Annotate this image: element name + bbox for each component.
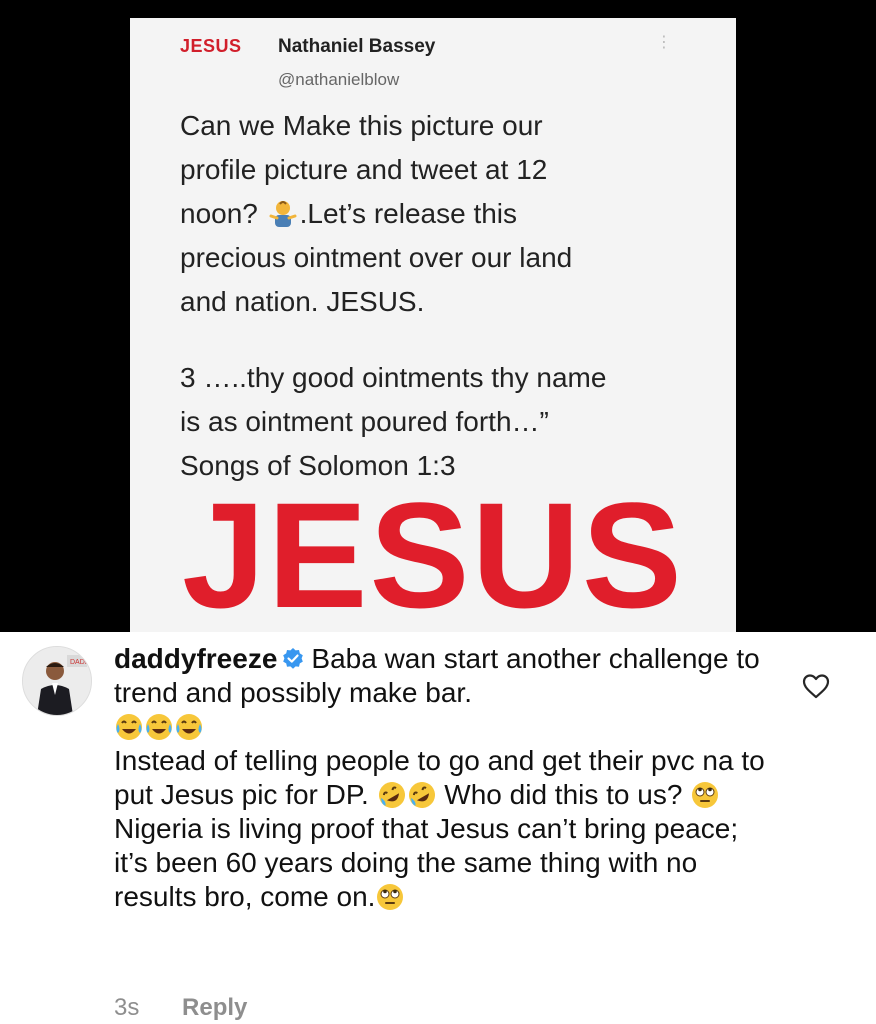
person-shrugging-emoji (269, 201, 297, 227)
heart-outline-icon[interactable] (800, 670, 832, 702)
tweet-line: precious ointment over our land (180, 242, 573, 273)
avatar[interactable]: DADD (22, 646, 92, 716)
tweet-author-name: Nathaniel Bassey (278, 36, 436, 57)
reply-button[interactable]: Reply (182, 994, 247, 1021)
rolling-on-floor-laughing-emoji (408, 782, 435, 808)
tweet-line: and nation. JESUS. (180, 286, 425, 317)
tweet-screenshot: JESUS Nathaniel Bassey @nathanielblow ⋮ … (130, 18, 736, 632)
comment-part: Nigeria is living proof that Jesus can’t… (114, 813, 739, 912)
tweet-avatar: JESUS (180, 36, 242, 56)
eye-roll-emoji (377, 884, 404, 910)
tweet-line-fragment: .Let’s release this (299, 198, 518, 229)
post-image: JESUS Nathaniel Bassey @nathanielblow ⋮ … (0, 0, 876, 632)
tweet-quote-line: is as ointment poured forth…” (180, 406, 549, 437)
emoji-group (114, 711, 204, 742)
svg-text:DADD: DADD (70, 659, 90, 666)
verified-badge-icon (283, 648, 304, 669)
comment: DADD daddyfreeze Baba wan start another … (0, 632, 876, 1024)
tweet-line: noon? .Let’s release this (180, 192, 700, 236)
rolling-on-floor-laughing-emoji (378, 782, 405, 808)
tweet-line-fragment: noon? (180, 198, 266, 229)
more-options-icon: ⋮ (656, 34, 672, 51)
eye-roll-emoji (692, 782, 719, 808)
tears-of-joy-emoji (176, 714, 202, 740)
tweet-author-handle: @nathanielblow (278, 70, 400, 89)
tears-of-joy-emoji (116, 714, 142, 740)
tweet-line: Can we Make this picture our (180, 110, 543, 141)
comment-timestamp: 3s (114, 994, 140, 1021)
big-jesus-text: JESUS (182, 471, 684, 632)
comment-part: Who did this to us? (444, 779, 683, 810)
tweet-line: profile picture and tweet at 12 (180, 154, 548, 185)
comment-text: daddyfreeze Baba wan start another chall… (114, 642, 774, 914)
comment-meta: 3s Reply (114, 994, 247, 1022)
tweet-body: Can we Make this picture our profile pic… (180, 104, 700, 488)
tweet-quote-line: 3 …..thy good ointments thy name (180, 362, 607, 393)
comment-username[interactable]: daddyfreeze (114, 643, 277, 674)
avatar-image: DADD (23, 647, 91, 715)
tears-of-joy-emoji (146, 714, 172, 740)
